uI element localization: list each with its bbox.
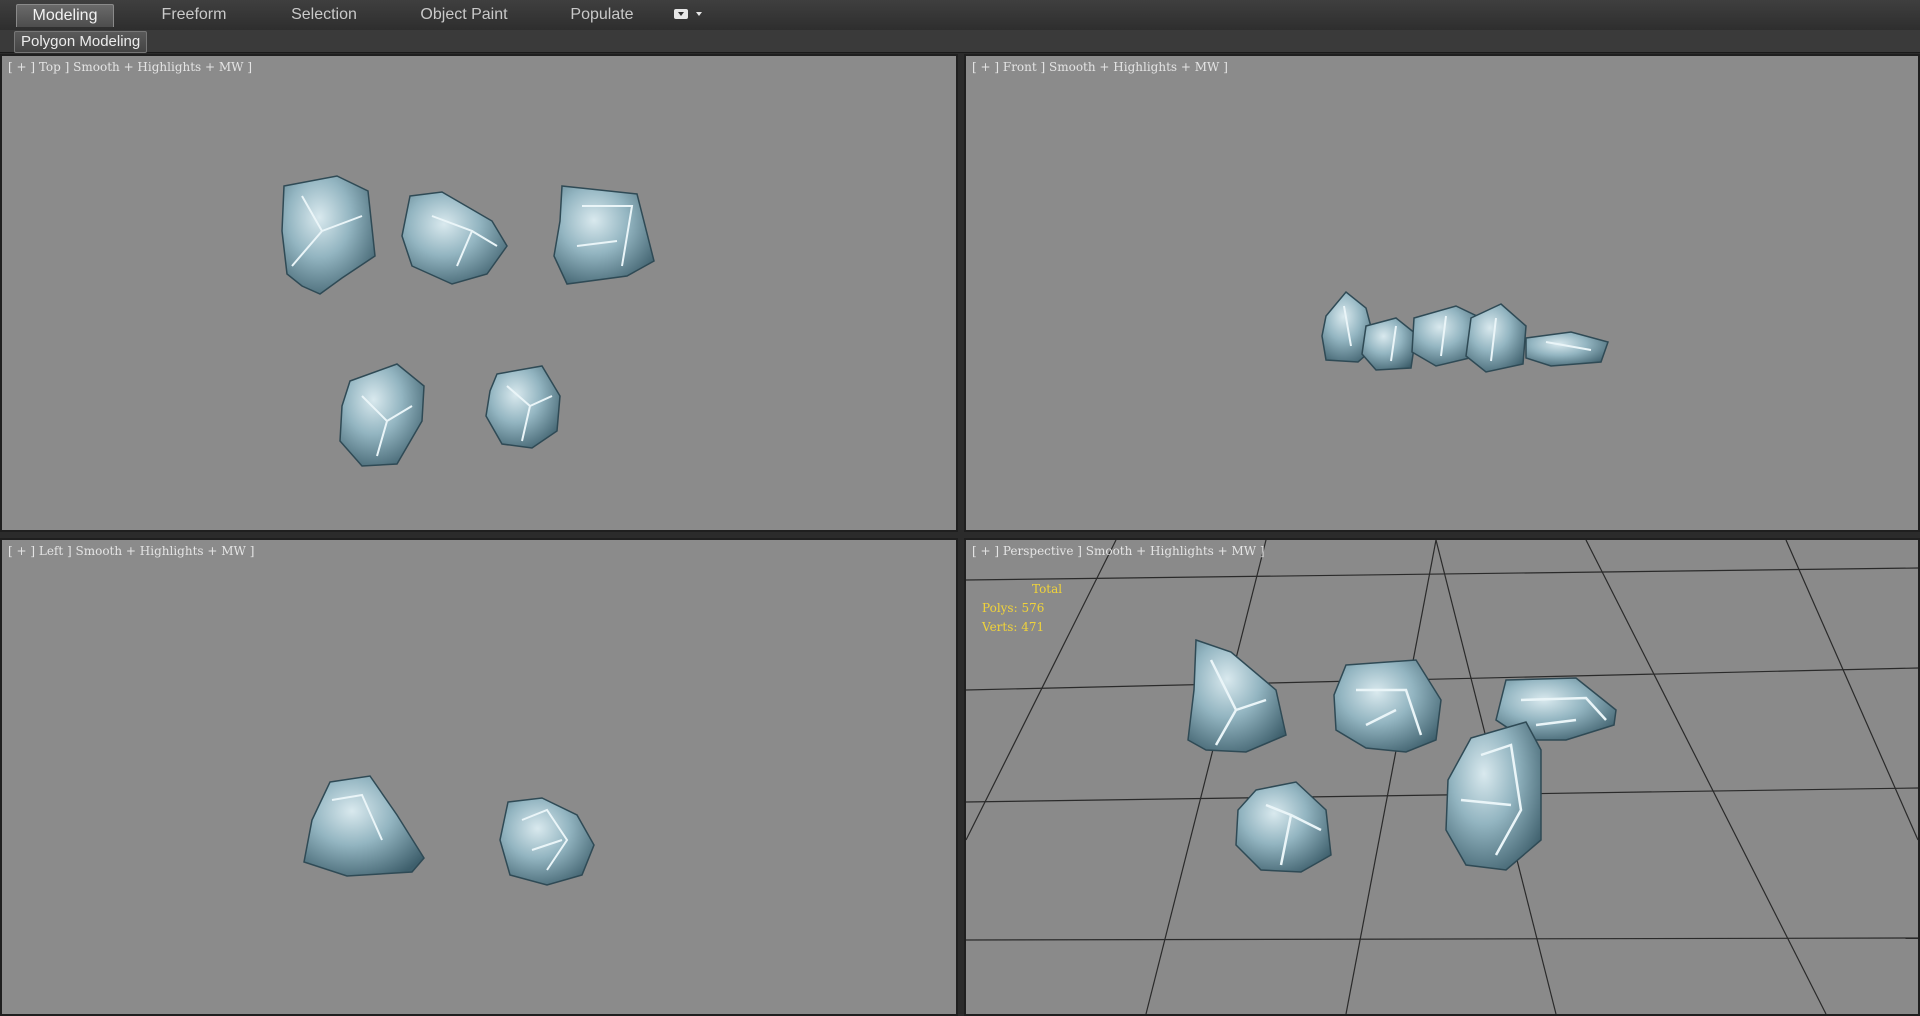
viewport-front[interactable]: [ + ] Front ] Smooth + Highlights + MW ] xyxy=(964,54,1920,532)
rock-persp-1 xyxy=(1187,638,1287,753)
stats-total-label: Total xyxy=(1032,582,1063,596)
viewport-perspective[interactable]: [ + ] Perspective ] Smooth + Highlights … xyxy=(964,538,1920,1016)
tab-selection[interactable]: Selection xyxy=(276,4,372,26)
rock-top-2 xyxy=(401,191,508,285)
tab-object-paint[interactable]: Object Paint xyxy=(404,4,524,26)
rock-left-2 xyxy=(499,797,595,886)
rock-persp-5 xyxy=(1445,721,1542,871)
ribbon-tab-bar: Modeling Freeform Selection Object Paint… xyxy=(0,0,1920,31)
viewport-label-front[interactable]: [ + ] Front ] Smooth + Highlights + MW ] xyxy=(972,60,1228,74)
viewport-label-top[interactable]: [ + ] Top ] Smooth + Highlights + MW ] xyxy=(8,60,252,74)
viewport-top[interactable]: [ + ] Top ] Smooth + Highlights + MW ] xyxy=(0,54,958,532)
viewport-top-scene xyxy=(281,175,655,467)
ribbon-options-icon xyxy=(674,9,688,19)
chevron-down-icon xyxy=(696,12,702,16)
scene-statistics: Total Polys: 576 Verts: 471 xyxy=(982,580,1062,637)
stats-polys: Polys: 576 xyxy=(982,601,1045,615)
rock-top-3 xyxy=(553,185,655,285)
stats-verts: Verts: 471 xyxy=(982,620,1045,634)
ribbon-options-dropdown[interactable] xyxy=(674,8,708,22)
rock-left-1 xyxy=(303,775,425,877)
rock-top-5 xyxy=(485,365,561,449)
rock-persp-4 xyxy=(1235,781,1332,873)
home-grid xyxy=(966,540,1918,1014)
tab-freeform[interactable]: Freeform xyxy=(142,4,246,26)
viewport-front-scene xyxy=(1321,290,1609,373)
tab-populate[interactable]: Populate xyxy=(554,4,650,26)
rock-top-4 xyxy=(339,363,425,467)
polygon-modeling-panel-button[interactable]: Polygon Modeling xyxy=(14,31,148,53)
rock-persp-2 xyxy=(1333,659,1442,753)
rock-front-row xyxy=(1321,290,1609,373)
tab-modeling[interactable]: Modeling xyxy=(16,4,114,27)
viewport-left-scene xyxy=(303,775,595,886)
viewport-left[interactable]: [ + ] Left ] Smooth + Highlights + MW ] xyxy=(0,538,958,1016)
viewport-label-left[interactable]: [ + ] Left ] Smooth + Highlights + MW ] xyxy=(8,544,254,558)
ribbon-panel: Polygon Modeling xyxy=(0,30,1920,53)
rock-top-1 xyxy=(281,175,376,295)
viewport-perspective-scene xyxy=(966,540,1918,1014)
viewport-label-perspective[interactable]: [ + ] Perspective ] Smooth + Highlights … xyxy=(972,544,1265,558)
